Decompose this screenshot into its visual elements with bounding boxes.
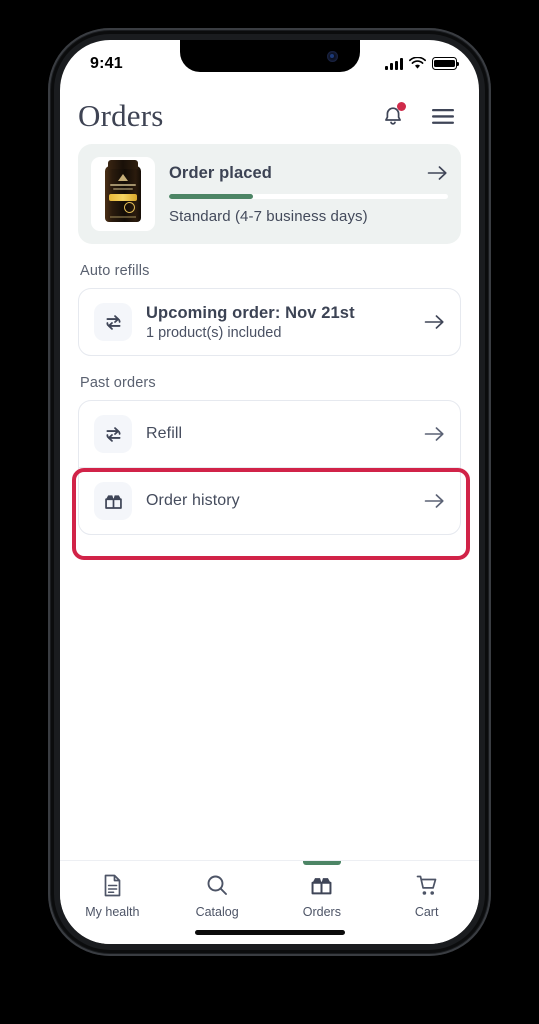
order-progress-fill [169,193,253,199]
screenshot-stage: 9:41 Orders Order placed Standard (4-7 b… [0,0,539,1024]
front-camera [326,51,338,62]
nav-item-cart[interactable]: Cart [374,873,479,919]
document-icon [104,874,121,897]
nav-label-catalog: Catalog [195,905,239,919]
phone-screen: 9:41 Orders Order placed Standard (4-7 b… [60,40,479,944]
order-status-card[interactable]: Order placed Standard (4-7 business days… [78,144,461,244]
notification-badge [397,102,406,111]
upcoming-order-text: Upcoming order: Nov 21st 1 product(s) in… [146,304,410,341]
arrow-right-icon[interactable] [427,165,448,181]
open-box-icon [311,878,332,895]
order-history-row-text: Order history [146,492,410,510]
main-content: Order placed Standard (4-7 business days… [60,144,479,535]
auto-refills-card: Upcoming order: Nov 21st 1 product(s) in… [78,288,461,356]
header-actions [379,102,457,130]
arrow-right-icon[interactable] [424,493,445,509]
nav-item-orders[interactable]: Orders [270,861,375,919]
refresh-repeat-icon [94,303,132,341]
refill-row[interactable]: Refill [79,401,460,467]
order-status-title: Order placed [169,163,272,182]
upcoming-order-subtitle: 1 product(s) included [146,324,282,341]
nav-label-my-health: My health [85,905,140,919]
page-title: Orders [78,98,164,133]
product-thumbnail [91,157,155,231]
wifi-icon [409,57,426,69]
order-shipping-text: Standard (4-7 business days) [169,207,368,225]
active-tab-indicator [302,861,341,865]
nav-item-catalog[interactable]: Catalog [165,873,270,919]
refresh-repeat-icon [94,415,132,453]
notch [179,40,360,72]
search-icon [207,875,228,895]
order-history-row[interactable]: Order history [79,467,460,534]
order-history-row-title: Order history [146,492,240,509]
refill-row-text: Refill [146,425,410,443]
shopping-cart-icon [416,875,436,895]
past-orders-section-label: Past orders [80,375,156,391]
nav-item-my-health[interactable]: My health [60,873,165,919]
nav-label-cart: Cart [414,905,439,919]
upcoming-order-row[interactable]: Upcoming order: Nov 21st 1 product(s) in… [79,289,460,355]
nav-label-orders: Orders [302,905,341,919]
past-orders-card: Refill Order history [78,400,461,535]
menu-button[interactable] [429,102,457,130]
order-status-main: Order placed Standard (4-7 business days… [169,164,448,225]
upcoming-order-title: Upcoming order: Nov 21st [146,303,355,322]
app-header: Orders [60,84,479,144]
cellular-bars-icon [385,57,403,70]
auto-refills-section-label: Auto refills [80,263,150,279]
battery-icon [432,57,460,70]
hamburger-menu-icon [432,108,454,124]
status-icons [385,54,460,70]
order-status-title-row: Order placed [169,164,448,183]
order-progress-track [169,193,448,199]
notifications-button[interactable] [379,102,407,130]
refill-row-title: Refill [146,425,183,442]
arrow-right-icon[interactable] [424,426,445,442]
open-box-icon [94,482,132,520]
arrow-right-icon[interactable] [424,314,445,330]
home-indicator [194,930,345,935]
supplement-bottle-image [105,160,141,222]
status-time: 9:41 [90,54,123,72]
